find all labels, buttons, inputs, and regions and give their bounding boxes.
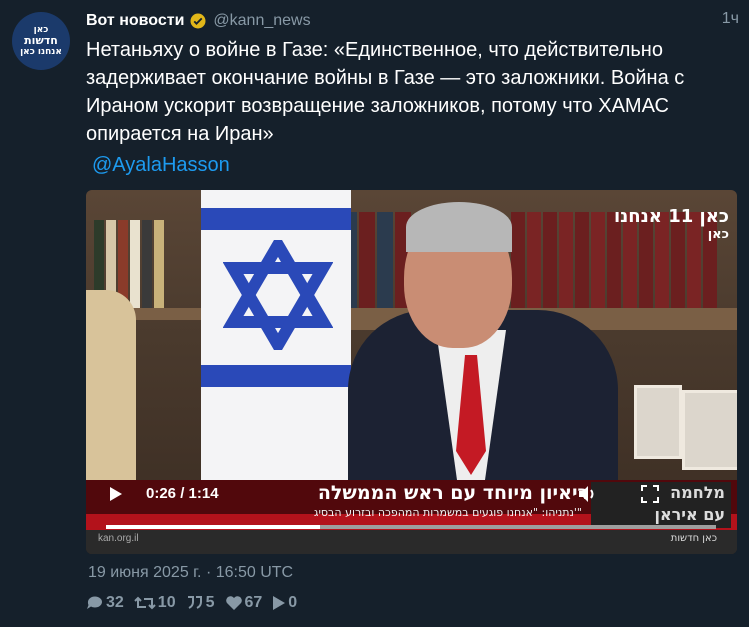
fullscreen-icon[interactable]	[641, 485, 659, 503]
tweet-text: Нетаньяху о войне в Газе: «Единственное,…	[86, 39, 685, 145]
quote-icon	[187, 596, 202, 609]
quote-count: 5	[205, 594, 215, 611]
tweet-age[interactable]: 1ч	[722, 10, 739, 28]
avatar-line-2: חדשות	[24, 34, 58, 47]
reply-icon	[87, 596, 102, 609]
war-logo: מלחמה עם איראן	[591, 482, 731, 528]
retweet-icon	[134, 596, 156, 610]
video-url: kan.org.il	[98, 533, 139, 544]
volume-icon[interactable]	[578, 485, 598, 503]
avatar-line-3: אנחנו כאן	[20, 47, 62, 57]
reply-count: 32	[106, 594, 124, 611]
video-player[interactable]: כאן 11 אנחנו כאן ריאיון מיוחד עם ראש הממ…	[86, 190, 737, 554]
user-handle[interactable]: @kann_news	[213, 12, 310, 30]
avatar[interactable]: כאן חדשות אנחנו כאן	[12, 12, 70, 70]
photo-frame	[634, 385, 682, 459]
views-button[interactable]: 0	[272, 594, 297, 612]
action-bar: 32 10 5 67 0	[86, 594, 307, 612]
bookshelf-center	[341, 212, 413, 308]
war-logo-line-2: עם איראן	[654, 505, 726, 524]
tweet-header: Вот новости @kann_news 1ч	[86, 10, 739, 32]
like-count: 67	[244, 594, 263, 611]
heart-icon	[225, 596, 242, 610]
speaker-hair	[406, 202, 512, 252]
tweet-date[interactable]: 19 июня 2025 г. · 16:50 UTC	[88, 564, 293, 582]
channel-logo: כאן 11 אנחנו כאן	[614, 208, 729, 244]
retweet-count: 10	[157, 594, 176, 611]
channel-logo-sub: כאן	[707, 227, 729, 242]
interviewer-silhouette	[86, 290, 136, 490]
play-icon[interactable]	[110, 487, 122, 501]
play-icon	[273, 596, 286, 610]
display-name[interactable]: Вот новости	[86, 12, 184, 30]
video-headline: ריאיון מיוחד עם ראש הממשלה	[317, 482, 589, 504]
like-button[interactable]: 67	[225, 594, 263, 612]
photo-frame	[682, 390, 737, 470]
view-count: 0	[288, 594, 298, 611]
star-of-david-icon	[223, 240, 333, 350]
mention-link[interactable]: @AyalaHasson	[92, 154, 230, 177]
verified-icon	[190, 13, 206, 29]
reply-button[interactable]: 32	[86, 594, 124, 612]
timecode: 0:26 / 1:14	[146, 485, 219, 502]
bottom-logo: כאן חדשות	[670, 533, 717, 544]
video-bottom-strip	[86, 530, 737, 554]
quote-button[interactable]: 5	[186, 594, 215, 612]
retweet-button[interactable]: 10	[134, 594, 176, 612]
channel-logo-top: כאן 11 אנחנו	[613, 206, 729, 227]
video-subline: נתניהו: "אנחנו פוגעים במשמרות המהפכה ובז…	[313, 506, 582, 519]
progress-fill	[106, 525, 321, 529]
israeli-flag	[201, 190, 351, 480]
progress-bar[interactable]	[106, 525, 716, 529]
